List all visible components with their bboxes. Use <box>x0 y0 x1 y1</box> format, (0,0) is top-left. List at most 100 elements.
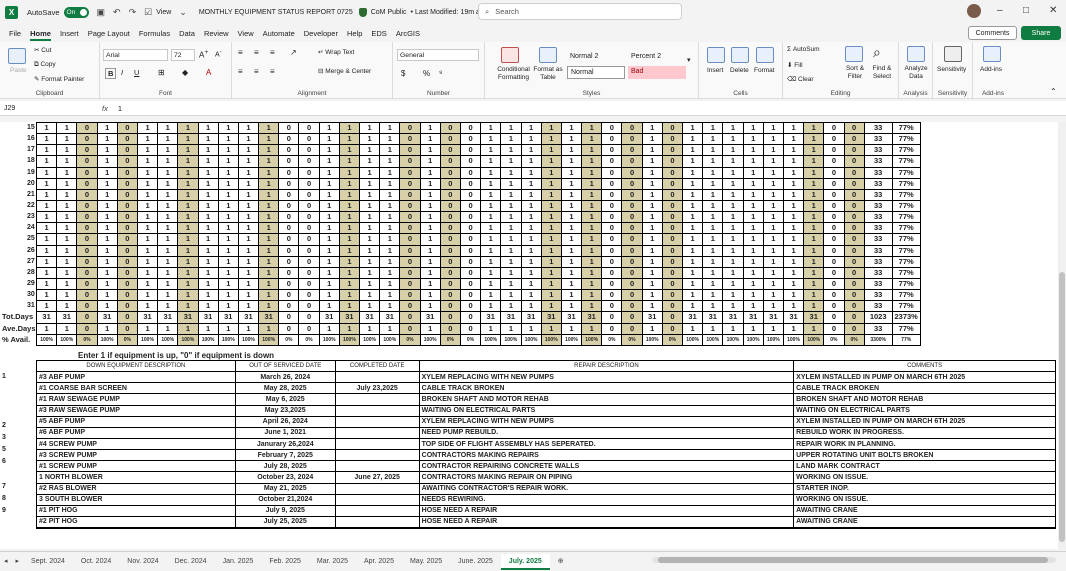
table-cell[interactable]: UPPER ROTATING UNIT BOLTS BROKEN <box>793 449 1056 462</box>
grid-cell[interactable]: 1 <box>520 322 542 335</box>
grid-cell[interactable]: 0 <box>278 155 300 168</box>
sheet-tab[interactable]: Mar. 2025 <box>309 554 356 570</box>
grid-cell[interactable]: 1 <box>742 122 764 135</box>
menu-file[interactable]: File <box>9 29 21 38</box>
search-box[interactable]: ⌕ Search <box>478 3 682 20</box>
table-cell[interactable]: CABLE TRACK BROKEN <box>793 382 1056 395</box>
grid-cell[interactable]: 0 <box>439 255 461 268</box>
grid-cell[interactable]: 0 <box>661 188 684 201</box>
grid-cell[interactable]: 1 <box>520 166 542 179</box>
grid-cell[interactable]: 1 <box>136 289 159 302</box>
grid-cell[interactable]: 1 <box>540 222 562 235</box>
grid-cell[interactable]: 1 <box>96 188 118 201</box>
grid-cell[interactable]: 1 <box>520 188 542 201</box>
grid-cell[interactable]: 1 <box>379 289 401 302</box>
grid-cell[interactable]: 0 <box>459 122 482 135</box>
row-label[interactable]: 18 <box>0 155 36 166</box>
grid-cell[interactable]: 1 <box>581 233 603 246</box>
grid-cell[interactable]: 1 <box>742 222 764 235</box>
grid-cell[interactable]: 0 <box>843 144 865 157</box>
grid-cell[interactable]: 1 <box>803 300 825 313</box>
menu-page-layout[interactable]: Page Layout <box>88 29 130 38</box>
grid-cell[interactable]: 1 <box>379 199 401 213</box>
grid-cell[interactable]: 1 <box>803 289 825 302</box>
grid-cell[interactable]: 100% <box>641 333 663 346</box>
grid-cell[interactable]: 1 <box>157 322 179 335</box>
grid-cell[interactable]: 0 <box>459 133 482 146</box>
grid-cell[interactable]: 1 <box>56 155 78 168</box>
grid-cell[interactable]: 0 <box>823 133 845 146</box>
grid-cell[interactable]: 1 <box>681 122 704 135</box>
grid-cell[interactable]: 0 <box>439 289 461 302</box>
grid-cell[interactable]: 1 <box>379 266 401 279</box>
grid-cell[interactable]: 100% <box>803 333 825 346</box>
grid-cell[interactable]: 1023 <box>863 311 893 324</box>
grid-cell[interactable]: 1 <box>681 177 704 190</box>
table-cell[interactable]: 3 SOUTH BLOWER <box>36 493 236 506</box>
grid-cell[interactable]: 1 <box>136 277 159 291</box>
grid-cell[interactable]: 0 <box>843 133 865 146</box>
grid-cell[interactable]: 1 <box>197 300 219 313</box>
grid-cell[interactable]: 31 <box>157 311 179 324</box>
grid-cell[interactable]: 0 <box>661 133 684 146</box>
grid-cell[interactable]: 0 <box>116 311 138 324</box>
grid-cell[interactable]: 1 <box>480 144 502 157</box>
grid-cell[interactable]: 0 <box>116 289 138 302</box>
grid-cell[interactable]: 1 <box>338 144 361 157</box>
table-cell[interactable]: BROKEN SHAFT AND MOTOR REHAB <box>418 393 795 406</box>
grid-cell[interactable]: 33 <box>863 244 893 257</box>
grid-cell[interactable]: 0 <box>278 144 300 157</box>
grid-cell[interactable]: 0 <box>459 233 482 246</box>
grid-cell[interactable]: 1 <box>540 122 562 135</box>
grid-cell[interactable]: 1 <box>742 289 764 302</box>
grid-cell[interactable]: 0 <box>661 233 684 246</box>
grid-cell[interactable]: 1 <box>742 322 764 335</box>
grid-cell[interactable]: 1 <box>96 244 118 257</box>
vertical-scrollbar[interactable] <box>1058 122 1066 549</box>
grid-cell[interactable]: 1 <box>540 144 562 157</box>
grid-cell[interactable]: 1 <box>96 233 118 246</box>
table-cell[interactable]: CONTRACTORS MAKING REPAIR ON PIPING <box>418 471 795 484</box>
grid-cell[interactable]: 0% <box>76 333 98 346</box>
grid-cell[interactable]: 1 <box>318 289 340 302</box>
delete-cells-button[interactable]: Delete <box>730 67 749 74</box>
grid-cell[interactable]: 1 <box>520 199 542 213</box>
table-cell[interactable] <box>334 482 420 495</box>
grid-cell[interactable]: 1 <box>702 233 724 246</box>
table-cell[interactable]: WAITING ON ELECTRICAL PARTS <box>418 404 795 417</box>
row-label[interactable]: 31 <box>0 300 36 311</box>
grid-cell[interactable]: 1 <box>157 255 179 268</box>
grid-cell[interactable]: 1 <box>742 244 764 257</box>
grid-cell[interactable]: 1 <box>560 155 583 168</box>
style-bad[interactable]: Bad <box>628 66 686 79</box>
grid-cell[interactable]: 31 <box>56 311 78 324</box>
grid-cell[interactable]: 1 <box>500 300 522 313</box>
grid-cell[interactable]: 1 <box>641 199 663 213</box>
grid-cell[interactable]: 0% <box>439 333 461 346</box>
grid-cell[interactable]: 1 <box>520 277 542 291</box>
grid-cell[interactable]: 1 <box>35 166 58 179</box>
grid-cell[interactable]: 0 <box>439 166 461 179</box>
grid-cell[interactable]: 1 <box>419 133 441 146</box>
number-format-select[interactable]: General <box>397 49 479 61</box>
grid-cell[interactable]: 0 <box>298 133 320 146</box>
grid-cell[interactable]: 1 <box>379 133 401 146</box>
grid-cell[interactable]: 1 <box>197 166 219 179</box>
grid-cell[interactable]: 1 <box>96 322 118 335</box>
grid-cell[interactable]: 31 <box>641 311 663 324</box>
grid-cell[interactable]: 77% <box>891 144 921 157</box>
grid-cell[interactable]: 1 <box>702 289 724 302</box>
grid-cell[interactable]: 100% <box>540 333 562 346</box>
grid-cell[interactable]: 1 <box>782 155 805 168</box>
grid-cell[interactable]: 1 <box>641 188 663 201</box>
row-label[interactable]: 22 <box>0 200 36 211</box>
table-cell[interactable] <box>334 504 420 517</box>
grid-cell[interactable]: 1 <box>520 155 542 168</box>
table-cell[interactable]: #3 SCREW PUMP <box>36 449 236 462</box>
grid-cell[interactable]: 1 <box>681 244 704 257</box>
grid-cell[interactable]: 0 <box>823 289 845 302</box>
grid-cell[interactable]: 1 <box>722 266 744 279</box>
grid-cell[interactable]: 1 <box>560 188 583 201</box>
grid-cell[interactable]: 0 <box>116 255 138 268</box>
down-equipment-table[interactable]: DOWN EQUIPMENT DESCRIPTION OUT OF SERVICE… <box>36 359 1056 529</box>
